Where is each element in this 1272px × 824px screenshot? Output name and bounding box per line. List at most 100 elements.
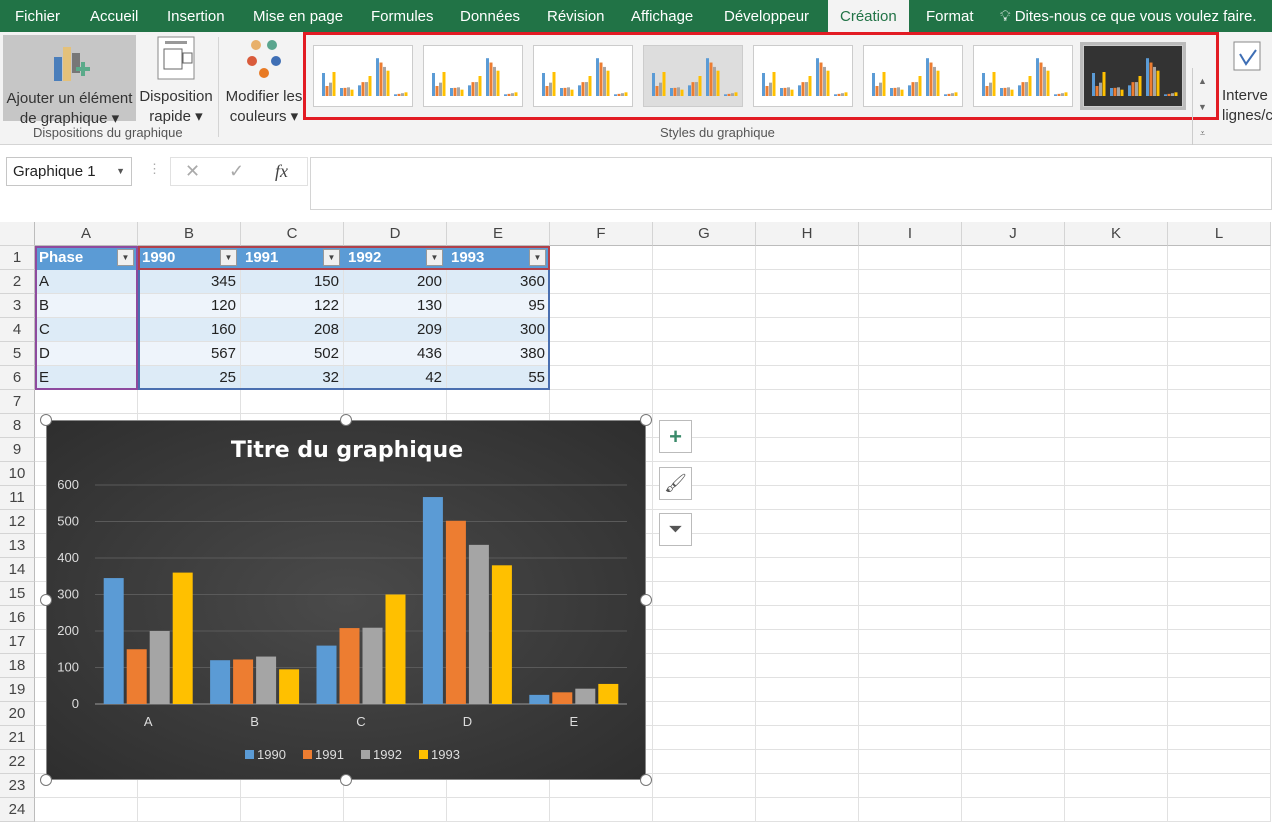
cell-E6[interactable]: 55 [447, 366, 550, 390]
column-header-I[interactable]: I [859, 222, 962, 246]
cell-J19[interactable] [962, 678, 1065, 702]
cell-E5[interactable]: 380 [447, 342, 550, 366]
row-header-10[interactable]: 10 [0, 462, 35, 486]
legend-entry[interactable]: 1990 [257, 747, 286, 762]
cell-L4[interactable] [1168, 318, 1271, 342]
cell-G20[interactable] [653, 702, 756, 726]
cell-E4[interactable]: 300 [447, 318, 550, 342]
scroll-down-icon[interactable]: ▼ [1193, 94, 1212, 120]
cell-B4[interactable]: 160 [138, 318, 241, 342]
row-header-1[interactable]: 1 [0, 246, 35, 270]
cell-J23[interactable] [962, 774, 1065, 798]
cell-A24[interactable] [35, 798, 138, 822]
name-box[interactable]: Graphique 1 ▼ [6, 157, 132, 186]
bar-1990-C[interactable] [316, 645, 337, 704]
cell-H8[interactable] [756, 414, 859, 438]
cell-K6[interactable] [1065, 366, 1168, 390]
cell-H4[interactable] [756, 318, 859, 342]
cell-K19[interactable] [1065, 678, 1168, 702]
column-header-C[interactable]: C [241, 222, 344, 246]
tab-création[interactable]: Création [828, 0, 909, 32]
bar-1992-C[interactable] [362, 627, 383, 704]
cell-K21[interactable] [1065, 726, 1168, 750]
chart-filters-button[interactable]: ⏷ [659, 513, 692, 546]
cell-H22[interactable] [756, 750, 859, 774]
cell-L18[interactable] [1168, 654, 1271, 678]
cell-I1[interactable] [859, 246, 962, 270]
cell-L19[interactable] [1168, 678, 1271, 702]
cell-I8[interactable] [859, 414, 962, 438]
chart-style-thumbnail[interactable] [643, 45, 743, 107]
cell-C5[interactable]: 502 [241, 342, 344, 366]
row-header-13[interactable]: 13 [0, 534, 35, 558]
cell-L1[interactable] [1168, 246, 1271, 270]
cell-J22[interactable] [962, 750, 1065, 774]
bar-1990-A[interactable] [103, 578, 124, 704]
legend-entry[interactable]: 1993 [431, 747, 460, 762]
cell-J9[interactable] [962, 438, 1065, 462]
chart-style-thumbnail[interactable] [533, 45, 633, 107]
cell-J7[interactable] [962, 390, 1065, 414]
cell-B1[interactable]: 1990 ▼ [138, 246, 241, 270]
cell-L5[interactable] [1168, 342, 1271, 366]
cell-J3[interactable] [962, 294, 1065, 318]
cell-L23[interactable] [1168, 774, 1271, 798]
cell-K9[interactable] [1065, 438, 1168, 462]
bar-1990-E[interactable] [529, 694, 550, 704]
resize-handle[interactable] [40, 414, 52, 426]
cell-J2[interactable] [962, 270, 1065, 294]
cell-L10[interactable] [1168, 462, 1271, 486]
filter-dropdown-button[interactable]: ▼ [323, 249, 340, 266]
cell-G15[interactable] [653, 582, 756, 606]
cell-L11[interactable] [1168, 486, 1271, 510]
cell-D1[interactable]: 1992 ▼ [344, 246, 447, 270]
gallery-more-icon[interactable]: ⩡ [1193, 120, 1212, 146]
quick-layout-button[interactable]: Disposition rapide ▾ [137, 35, 215, 127]
cell-H5[interactable] [756, 342, 859, 366]
tab-données[interactable]: Données [448, 0, 532, 32]
chart-style-thumbnail[interactable] [863, 45, 963, 107]
row-header-7[interactable]: 7 [0, 390, 35, 414]
cell-H9[interactable] [756, 438, 859, 462]
tab-format[interactable]: Format [914, 0, 986, 32]
cell-J5[interactable] [962, 342, 1065, 366]
enter-icon[interactable]: ✓ [229, 161, 244, 182]
bar-1993-D[interactable] [491, 565, 512, 704]
bar-1990-B[interactable] [210, 660, 231, 704]
cell-K24[interactable] [1065, 798, 1168, 822]
cell-I15[interactable] [859, 582, 962, 606]
cell-L6[interactable] [1168, 366, 1271, 390]
cell-A3[interactable]: B [35, 294, 138, 318]
cell-I9[interactable] [859, 438, 962, 462]
column-header-L[interactable]: L [1168, 222, 1271, 246]
cell-L15[interactable] [1168, 582, 1271, 606]
tab-accueil[interactable]: Accueil [78, 0, 150, 32]
cell-K13[interactable] [1065, 534, 1168, 558]
cell-B2[interactable]: 345 [138, 270, 241, 294]
tab-fichier[interactable]: Fichier [3, 0, 72, 32]
cell-I24[interactable] [859, 798, 962, 822]
cell-I5[interactable] [859, 342, 962, 366]
cell-A1[interactable]: Phase ▼ [35, 246, 138, 270]
chart-style-thumbnail[interactable] [1080, 42, 1186, 110]
scroll-up-icon[interactable]: ▲ [1193, 68, 1212, 94]
gallery-scroll[interactable]: ▲ ▼ ⩡ [1192, 68, 1212, 150]
cell-E24[interactable] [447, 798, 550, 822]
row-header-11[interactable]: 11 [0, 486, 35, 510]
cell-J24[interactable] [962, 798, 1065, 822]
row-header-22[interactable]: 22 [0, 750, 35, 774]
cell-H7[interactable] [756, 390, 859, 414]
cell-G3[interactable] [653, 294, 756, 318]
bar-1993-A[interactable] [172, 572, 193, 704]
chart-style-thumbnail[interactable] [423, 45, 523, 107]
filter-dropdown-button[interactable]: ▼ [529, 249, 546, 266]
cell-H21[interactable] [756, 726, 859, 750]
resize-handle[interactable] [40, 774, 52, 786]
cell-J16[interactable] [962, 606, 1065, 630]
add-chart-element-button[interactable]: Ajouter un élément de graphique ▾ [3, 35, 136, 127]
cell-G4[interactable] [653, 318, 756, 342]
cell-K12[interactable] [1065, 510, 1168, 534]
cell-D6[interactable]: 42 [344, 366, 447, 390]
cell-I22[interactable] [859, 750, 962, 774]
chart-title[interactable]: Titre du graphique [231, 438, 463, 463]
